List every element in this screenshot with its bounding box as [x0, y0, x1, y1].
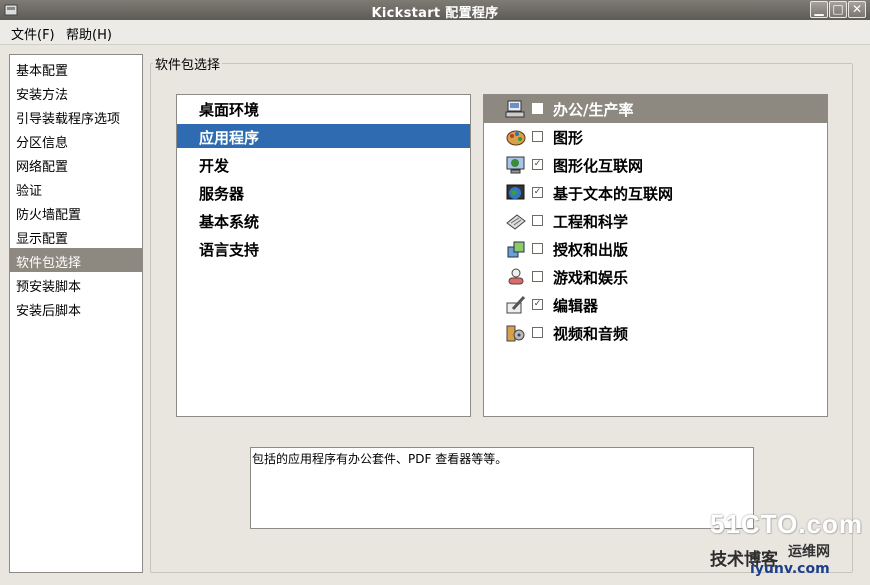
watermark-line1: 51CTO.com: [710, 509, 864, 539]
package-label: 办公/生产率: [553, 101, 634, 119]
watermark: 51CTO.com 技术博客 运维网 iyunv.com: [710, 509, 864, 579]
sidebar-item-partition[interactable]: 分区信息: [10, 128, 142, 152]
package-checkbox[interactable]: [532, 271, 543, 282]
sidebar-item-post-script[interactable]: 安装后脚本: [10, 296, 142, 320]
package-row-office[interactable]: 办公/生产率: [484, 95, 827, 123]
package-checkbox[interactable]: [532, 243, 543, 254]
maximize-button[interactable]: □: [829, 1, 847, 18]
minimize-icon: ▁: [814, 2, 824, 16]
engineering-icon: [506, 214, 526, 230]
package-list: 办公/生产率 图形 ✓ 图形化互联网 ✓ 基于文本的互联网 工程和科学 授权和出…: [483, 94, 828, 417]
package-checkbox[interactable]: ✓: [532, 299, 543, 310]
watermark-line3: 运维网: [788, 544, 830, 560]
package-checkbox[interactable]: ✓: [532, 187, 543, 198]
watermark-line4: iyunv.com: [750, 561, 830, 577]
office-icon: [505, 100, 525, 118]
publishing-icon: [507, 241, 525, 258]
package-label: 图形化互联网: [553, 157, 644, 175]
category-servers[interactable]: 服务器: [177, 180, 470, 204]
package-label: 基于文本的互联网: [553, 185, 674, 203]
sidebar-item-basic[interactable]: 基本配置: [10, 56, 142, 80]
package-row-graphical-internet[interactable]: ✓ 图形化互联网: [484, 151, 827, 179]
menu-file[interactable]: 文件(F): [11, 24, 55, 43]
group-title: 软件包选择: [153, 54, 223, 73]
menu-help[interactable]: 帮助(H): [66, 24, 112, 43]
category-languages[interactable]: 语言支持: [177, 236, 470, 260]
close-icon: ✕: [851, 2, 863, 16]
package-checkbox[interactable]: [532, 131, 543, 142]
sound-video-icon: [506, 325, 525, 342]
text-internet-icon: [506, 184, 525, 200]
package-row-games[interactable]: 游戏和娱乐: [484, 263, 827, 291]
menu-bar: 文件(F) 帮助(H): [0, 20, 870, 45]
editors-icon: [506, 295, 526, 314]
sidebar-item-packages[interactable]: 软件包选择: [10, 248, 142, 272]
package-checkbox[interactable]: ✓: [532, 159, 543, 170]
package-row-editors[interactable]: ✓ 编辑器: [484, 291, 827, 319]
category-applications[interactable]: 应用程序: [177, 124, 470, 148]
graphics-icon: [506, 130, 526, 146]
package-row-engineering[interactable]: 工程和科学: [484, 207, 827, 235]
package-label: 图形: [553, 129, 584, 147]
games-icon: [508, 268, 524, 285]
minimize-button[interactable]: ▁: [810, 1, 828, 18]
window-title: Kickstart 配置程序: [371, 6, 499, 21]
category-desktop[interactable]: 桌面环境: [177, 96, 470, 120]
package-row-publishing[interactable]: 授权和出版: [484, 235, 827, 263]
category-base-system[interactable]: 基本系统: [177, 208, 470, 232]
graphical-internet-icon: [506, 156, 525, 174]
package-row-sound-video[interactable]: 视频和音频: [484, 319, 827, 347]
package-description: 包括的应用程序有办公套件、PDF 查看器等等。: [250, 447, 754, 529]
package-row-graphics[interactable]: 图形: [484, 123, 827, 151]
package-checkbox[interactable]: [532, 327, 543, 338]
sidebar-item-firewall[interactable]: 防火墙配置: [10, 200, 142, 224]
package-checkbox[interactable]: [532, 215, 543, 226]
category-list: 桌面环境 应用程序 开发 服务器 基本系统 语言支持: [176, 94, 471, 417]
category-development[interactable]: 开发: [177, 152, 470, 176]
package-label: 游戏和娱乐: [553, 269, 629, 287]
package-row-text-internet[interactable]: ✓ 基于文本的互联网: [484, 179, 827, 207]
package-label: 授权和出版: [553, 241, 629, 259]
sidebar-item-network[interactable]: 网络配置: [10, 152, 142, 176]
sidebar-item-bootloader[interactable]: 引导装载程序选项: [10, 104, 142, 128]
title-bar: Kickstart 配置程序 ▁ □ ✕: [0, 0, 870, 21]
sidebar-item-pre-script[interactable]: 预安装脚本: [10, 272, 142, 296]
package-checkbox[interactable]: [532, 103, 543, 114]
sidebar-item-auth[interactable]: 验证: [10, 176, 142, 200]
maximize-icon: □: [832, 2, 844, 16]
close-button[interactable]: ✕: [848, 1, 866, 18]
sidebar: 基本配置 安装方法 引导装载程序选项 分区信息 网络配置 验证 防火墙配置 显示…: [9, 54, 143, 573]
package-label: 视频和音频: [553, 325, 629, 343]
package-label: 编辑器: [553, 297, 599, 315]
sidebar-item-display[interactable]: 显示配置: [10, 224, 142, 248]
sidebar-item-install-method[interactable]: 安装方法: [10, 80, 142, 104]
package-label: 工程和科学: [553, 213, 629, 231]
